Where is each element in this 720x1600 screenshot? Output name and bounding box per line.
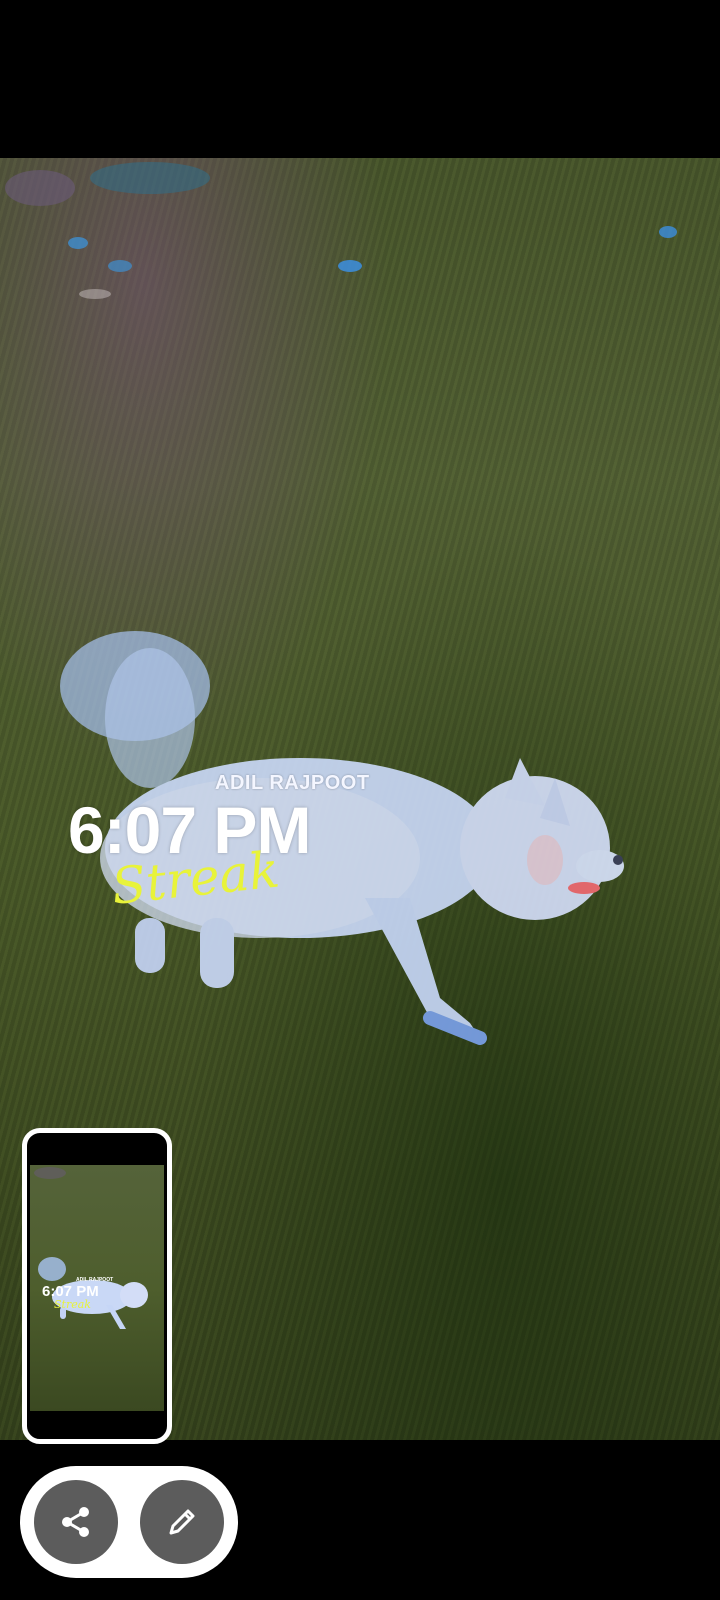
share-button[interactable] [34, 1480, 118, 1564]
screenshot-thumbnail[interactable]: ADIL RAJPOOT 6:07 PM Streak [22, 1128, 172, 1444]
thumbnail-image: ADIL RAJPOOT 6:07 PM Streak [30, 1165, 164, 1411]
screenshot-preview-screen: ADIL RAJPOOT 6:07 PM Streak ADIL RAJPOOT… [0, 0, 720, 1600]
thumbnail-streak-label: Streak [54, 1298, 91, 1311]
screenshot-actions-bar [20, 1466, 238, 1578]
share-icon [62, 1507, 89, 1537]
edit-button[interactable] [140, 1480, 224, 1564]
pencil-icon [169, 1509, 195, 1535]
